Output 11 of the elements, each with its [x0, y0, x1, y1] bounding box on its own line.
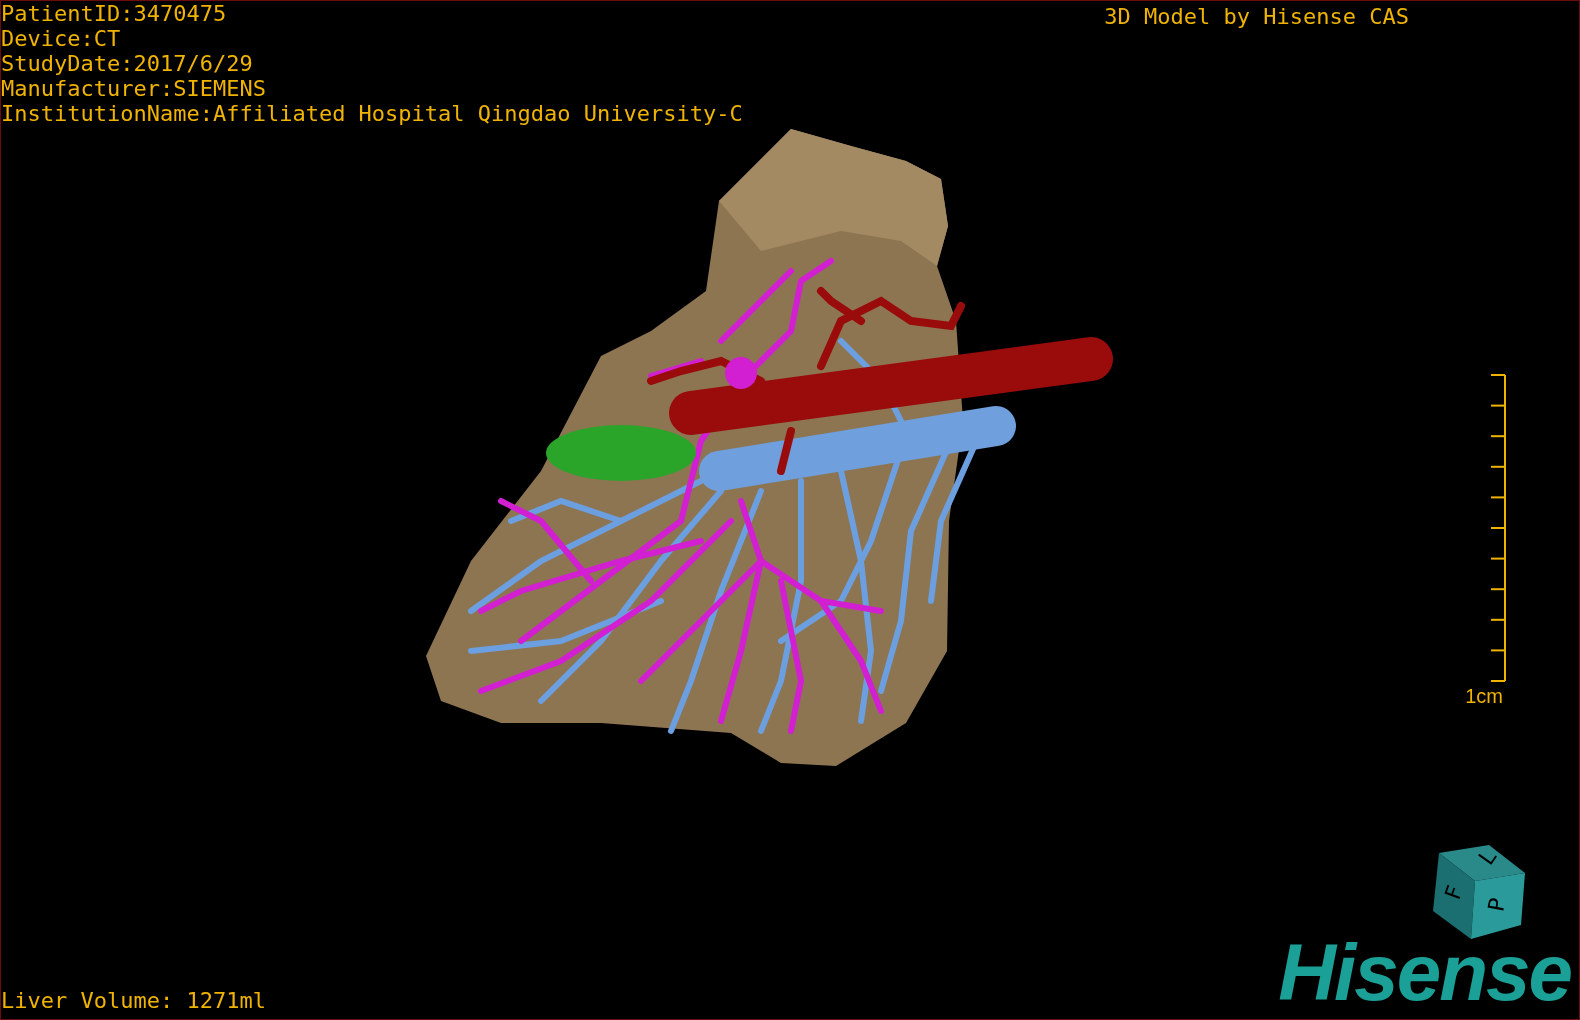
patient-info-line: StudyDate:2017/6/29 — [1, 51, 253, 76]
liver-volume-text: Liver Volume: 1271ml — [1, 988, 266, 1013]
patient-info-line: InstitutionName:Affiliated Hospital Qingdao University-C — [1, 101, 743, 126]
cube-face-label: L — [1473, 844, 1502, 870]
patient-info-line: Device:CT — [1, 26, 121, 51]
cube-face-label: P — [1483, 895, 1511, 914]
cube-face-label: F — [1439, 882, 1468, 903]
scale-label: 1cm — [1465, 685, 1503, 707]
patient-info-line: PatientID:3470475 — [1, 1, 227, 26]
viewer-title: 3D Model by Hisense CAS — [1104, 3, 1409, 29]
patient-info-line: Manufacturer:SIEMENS — [1, 76, 266, 101]
